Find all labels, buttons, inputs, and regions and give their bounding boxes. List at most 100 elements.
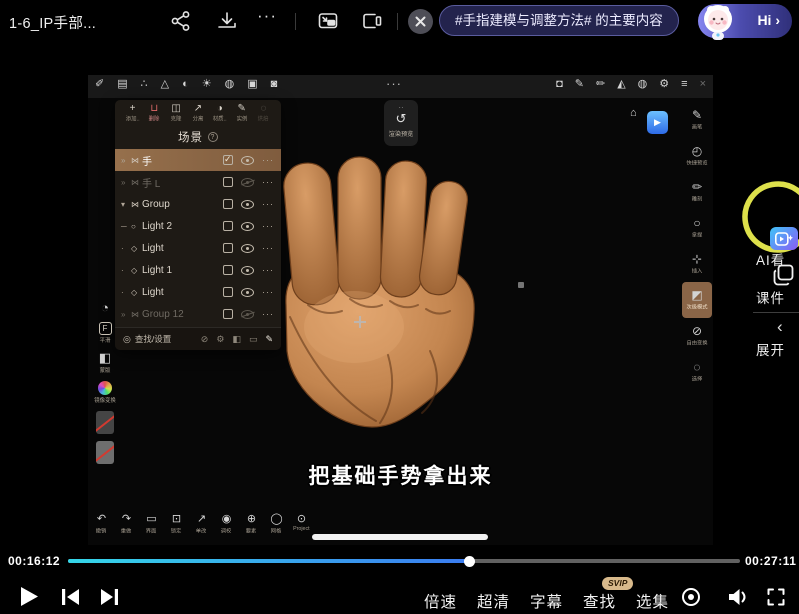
previous-button[interactable] bbox=[61, 588, 80, 606]
toolbar-handle[interactable]: ··· bbox=[386, 76, 402, 91]
light-icon[interactable]: ☀ bbox=[202, 79, 212, 90]
nodes-icon[interactable]: ∴ bbox=[141, 79, 148, 90]
scene-tool-button[interactable]: ✎实例 bbox=[231, 103, 252, 123]
pen-icon[interactable]: ✎ bbox=[575, 79, 584, 90]
preview-tool[interactable]: ◴快捷预览 bbox=[682, 138, 712, 174]
row-checkbox[interactable] bbox=[223, 155, 233, 165]
bottom-tool-网格[interactable]: ◯网格 bbox=[265, 513, 288, 535]
submode-tool[interactable]: ◩次级模式 bbox=[682, 282, 712, 318]
matcap-icon[interactable]: ◍ bbox=[638, 79, 648, 90]
pip-icon[interactable] bbox=[317, 10, 339, 32]
footer-icon[interactable]: ⚙ bbox=[216, 334, 224, 345]
bottom-tool-调校[interactable]: ◉调校 bbox=[215, 513, 238, 535]
footer-icon[interactable]: ◧ bbox=[232, 334, 241, 345]
pinch-tool[interactable]: ○拿捏 bbox=[682, 210, 712, 246]
row-checkbox[interactable] bbox=[223, 243, 233, 253]
visibility-eye-icon[interactable] bbox=[241, 266, 254, 275]
sphere-icon[interactable]: ◐ bbox=[182, 79, 189, 90]
tree-toggle-icon[interactable]: » bbox=[121, 156, 131, 165]
row-menu-icon[interactable]: ··· bbox=[262, 221, 274, 231]
expand-label[interactable]: 展开 bbox=[756, 339, 785, 359]
select-tool[interactable]: ◌选择 bbox=[682, 354, 712, 390]
footer-icon[interactable]: ⊘ bbox=[201, 334, 209, 345]
row-menu-icon[interactable]: ··· bbox=[262, 287, 274, 297]
visibility-eye-icon[interactable] bbox=[241, 222, 254, 231]
visibility-eye-icon[interactable] bbox=[241, 244, 254, 253]
row-menu-icon[interactable]: ··· bbox=[262, 309, 274, 319]
row-checkbox[interactable] bbox=[223, 177, 233, 187]
row-menu-icon[interactable]: ··· bbox=[262, 265, 274, 275]
footer-icon[interactable]: ✎ bbox=[265, 334, 273, 345]
row-checkbox[interactable] bbox=[223, 265, 233, 275]
bottom-tool-界面[interactable]: ▭界面 bbox=[140, 513, 163, 535]
gizmo-dial-icon[interactable]: ◔ bbox=[101, 301, 109, 315]
row-menu-icon[interactable]: ··· bbox=[262, 177, 274, 187]
mask-tool-icon[interactable]: ◧蒙版 bbox=[99, 351, 111, 374]
hand-model[interactable] bbox=[280, 155, 480, 430]
environment-icon[interactable]: ◍ bbox=[225, 79, 235, 90]
tree-toggle-icon[interactable]: ─ bbox=[121, 222, 131, 231]
viewport-badge-icon[interactable]: ▶ bbox=[647, 111, 668, 134]
fullscreen-icon[interactable] bbox=[767, 588, 785, 606]
more-icon[interactable]: ··· bbox=[257, 6, 277, 26]
sliders-icon[interactable]: ≡ bbox=[681, 79, 687, 90]
image-icon[interactable]: ▣ bbox=[247, 79, 257, 90]
scene-row[interactable]: ▾Group··· bbox=[115, 193, 281, 215]
courseware-label[interactable]: 课件 bbox=[756, 287, 785, 307]
footer-icon[interactable]: ▭ bbox=[249, 334, 258, 345]
courseware-icon[interactable] bbox=[773, 264, 796, 286]
scene-tool-button[interactable]: ◫克隆 bbox=[166, 103, 187, 123]
next-button[interactable] bbox=[100, 588, 119, 606]
share-icon[interactable] bbox=[170, 10, 192, 32]
player-menu-search[interactable]: 查找 bbox=[583, 590, 616, 612]
tree-toggle-icon[interactable]: » bbox=[121, 310, 131, 319]
move-gizmo[interactable] bbox=[354, 316, 366, 328]
smooth-tool-icon[interactable]: F平滑 bbox=[99, 322, 112, 344]
marker-icon[interactable]: ✏ bbox=[596, 79, 605, 90]
capture-icon[interactable]: ◘ bbox=[556, 79, 563, 90]
row-checkbox[interactable] bbox=[223, 309, 233, 319]
scene-row[interactable]: ·Light 1··· bbox=[115, 259, 281, 281]
insert-tool[interactable]: ⊹插入 bbox=[682, 246, 712, 282]
topic-search-pill[interactable]: #手指建模与调整方法# 的主要内容 bbox=[439, 5, 679, 36]
record-icon[interactable] bbox=[681, 587, 701, 607]
help-icon[interactable]: ? bbox=[208, 132, 218, 142]
scene-row[interactable]: »手··· bbox=[115, 149, 281, 171]
player-menu-episodes[interactable]: 选集 bbox=[636, 590, 669, 612]
cast-icon[interactable] bbox=[361, 10, 383, 32]
disabled-icon[interactable]: × bbox=[700, 79, 706, 90]
chevron-left-icon[interactable]: ‹ bbox=[777, 317, 783, 337]
volume-icon[interactable] bbox=[726, 586, 749, 608]
folder-icon[interactable]: ▤ bbox=[117, 79, 127, 90]
video-frame[interactable]: ✐▤∴△◐☀◍▣◙ ··· ◘✎✏◭◍⚙≡× ·· ↺ 渲染预览 ⌂ ▶ +添加… bbox=[88, 75, 713, 545]
tree-toggle-icon[interactable]: · bbox=[121, 288, 131, 297]
wrench-icon[interactable]: ✐ bbox=[95, 79, 104, 90]
bottom-tool-Project[interactable]: ⊙Project bbox=[290, 513, 313, 535]
primitive-icon[interactable]: △ bbox=[161, 79, 169, 90]
visibility-eye-icon[interactable] bbox=[241, 200, 254, 209]
scene-tool-button[interactable]: ↗分离 bbox=[187, 103, 208, 123]
row-menu-icon[interactable]: ··· bbox=[262, 199, 274, 209]
row-checkbox[interactable] bbox=[223, 221, 233, 231]
tree-toggle-icon[interactable]: · bbox=[121, 266, 131, 275]
visibility-eye-icon[interactable] bbox=[241, 310, 254, 319]
visibility-eye-icon[interactable] bbox=[241, 178, 254, 187]
scene-tool-button[interactable]: +添加.. bbox=[122, 103, 143, 123]
find-settings-button[interactable]: ◎ 查找/设置 bbox=[123, 333, 171, 345]
player-menu-speed[interactable]: 倍速 bbox=[424, 590, 457, 612]
progress-bar[interactable] bbox=[68, 559, 740, 563]
mirror-icon[interactable]: ◭ bbox=[617, 79, 625, 90]
camera-icon[interactable]: ◙ bbox=[271, 79, 278, 90]
scene-row[interactable]: »Group 12··· bbox=[115, 303, 281, 325]
scene-row[interactable]: ·Light··· bbox=[115, 237, 281, 259]
scene-tool-button[interactable]: ◌烘焙 bbox=[253, 103, 274, 123]
play-button[interactable] bbox=[17, 585, 40, 608]
color-wheel-icon[interactable]: 镜像变换 bbox=[93, 381, 117, 404]
tree-toggle-icon[interactable]: ▾ bbox=[121, 200, 131, 209]
brush-tool[interactable]: ✎画笔 bbox=[682, 102, 712, 138]
bottom-tool-撤销[interactable]: ↶撤销 bbox=[90, 513, 113, 535]
visibility-eye-icon[interactable] bbox=[241, 156, 254, 165]
row-checkbox[interactable] bbox=[223, 199, 233, 209]
player-menu-quality[interactable]: 超清 bbox=[477, 590, 510, 612]
home-icon[interactable]: ⌂ bbox=[630, 107, 637, 119]
